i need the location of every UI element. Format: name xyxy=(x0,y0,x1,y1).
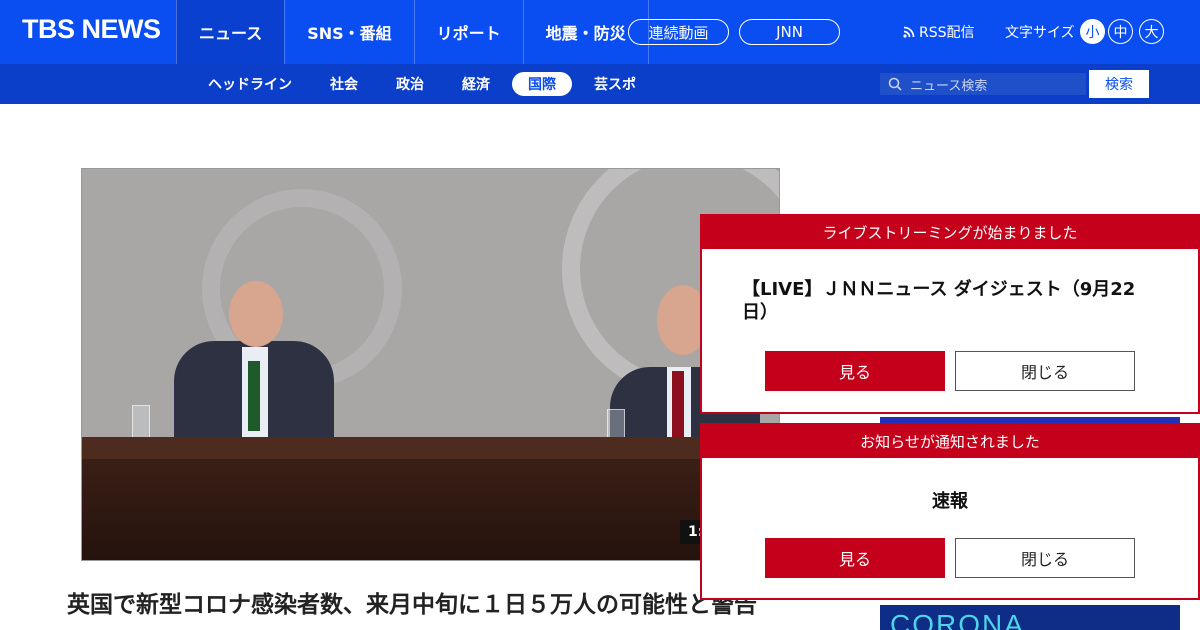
category-headline[interactable]: ヘッドライン xyxy=(192,72,308,96)
category-politics[interactable]: 政治 xyxy=(380,72,440,96)
rss-icon xyxy=(903,26,915,38)
search-placeholder: ニュース検索 xyxy=(910,78,988,94)
corona-ad-text: CORONA xyxy=(890,609,1025,630)
article-headline[interactable]: 英国で新型コロナ感染者数、来月中旬に１日５万人の可能性と警告 xyxy=(67,585,757,619)
view-button[interactable]: 見る xyxy=(765,351,945,391)
notification-title: 速報 xyxy=(932,491,968,512)
rss-link[interactable]: RSS配信 xyxy=(903,22,975,42)
site-logo[interactable]: TBS NEWS xyxy=(22,14,161,45)
category-international[interactable]: 国際 xyxy=(512,72,572,96)
category-nav: ヘッドライン 社会 政治 経済 国際 芸スポ xyxy=(192,72,658,96)
font-size-label: 文字サイズ xyxy=(1005,25,1075,41)
desk-front xyxy=(82,459,779,560)
rss-label: RSS配信 xyxy=(919,25,975,41)
search-input[interactable]: ニュース検索 xyxy=(880,73,1086,95)
font-size-large-button[interactable]: 大 xyxy=(1139,19,1164,44)
category-society[interactable]: 社会 xyxy=(314,72,374,96)
nav-item-sns[interactable]: SNS・番組 xyxy=(284,0,413,64)
close-button[interactable]: 閉じる xyxy=(955,538,1135,578)
desk-top xyxy=(82,437,779,459)
search-button[interactable]: 検索 xyxy=(1089,70,1149,98)
close-button[interactable]: 閉じる xyxy=(955,351,1135,391)
view-button[interactable]: 見る xyxy=(765,538,945,578)
search-icon xyxy=(888,77,902,91)
nav-item-report[interactable]: リポート xyxy=(413,0,523,64)
notification-header: ライブストリーミングが始まりました xyxy=(702,216,1198,249)
corona-ad-banner[interactable]: CORONA xyxy=(880,605,1180,630)
main-nav: ニュース SNS・番組 リポート 地震・防災 xyxy=(176,0,649,64)
video-player[interactable]: 1: xyxy=(81,168,780,561)
nav-item-news[interactable]: ニュース xyxy=(176,0,285,64)
pill-jnn[interactable]: JNN xyxy=(739,19,840,45)
category-economy[interactable]: 経済 xyxy=(446,72,506,96)
notification-title: 【LIVE】ＪＮＮニュース ダイジェスト（9月22日） xyxy=(742,279,1136,323)
breaking-news-notification: お知らせが通知されました 速報 見る 閉じる xyxy=(700,423,1200,600)
notification-header: お知らせが通知されました xyxy=(702,425,1198,458)
font-size-small-button[interactable]: 小 xyxy=(1080,19,1105,44)
top-header: TBS NEWS ニュース SNS・番組 リポート 地震・防災 連続動画 JNN… xyxy=(0,0,1200,64)
category-entertainment-sports[interactable]: 芸スポ xyxy=(578,72,652,96)
live-stream-notification: ライブストリーミングが始まりました 【LIVE】ＪＮＮニュース ダイジェスト（9… xyxy=(700,214,1200,414)
font-size-medium-button[interactable]: 中 xyxy=(1108,19,1133,44)
pill-continuous-video[interactable]: 連続動画 xyxy=(628,19,729,45)
